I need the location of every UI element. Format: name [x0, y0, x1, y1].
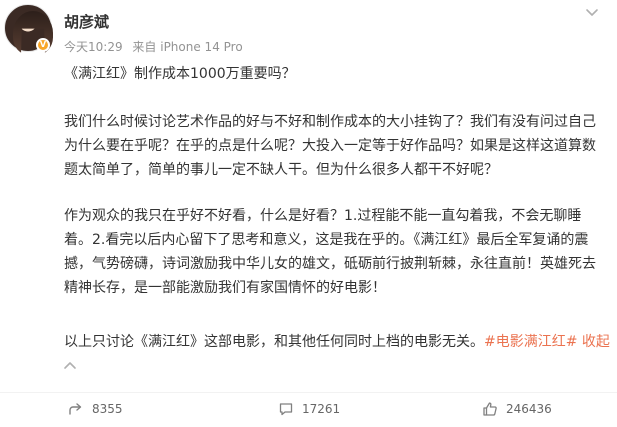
- paragraph-2: 我们什么时候讨论艺术作品的好与不好和制作成本的大小挂钩了？我们有没有问过自己 为…: [64, 110, 606, 182]
- p3-line: 精神长存，是一部能激励我们有家国情怀的好电影！: [64, 280, 386, 296]
- chevron-up-icon[interactable]: [62, 360, 78, 370]
- verified-badge-icon: V: [36, 38, 50, 52]
- p2-line: 为什么要在乎呢？在乎的点是什么呢？大投入一定等于好作品吗？如果是这样这道算数: [64, 138, 596, 154]
- share-button[interactable]: 8355: [68, 399, 123, 419]
- post-timestamp[interactable]: 今天10:29: [64, 40, 123, 54]
- comment-count: 17261: [302, 402, 341, 416]
- share-count: 8355: [92, 402, 123, 416]
- author-name[interactable]: 胡彦斌: [64, 11, 109, 32]
- post-title-line: 《满江红》制作成本1000万重要吗？: [64, 62, 606, 86]
- p2-line: 题太简单了，简单的事儿一定不缺人干。但为什么很多人都干不好呢？: [64, 162, 498, 178]
- p3-line: 作为观众的我只在乎好不好看，什么是好看？1.过程能不能一直勾着我，不会无聊睡: [64, 208, 582, 224]
- p3-line: 撼，气势磅礴，诗词激励我中华儿女的雄文，砥砺前行披荆斩棘，永往直前！英雄死去: [64, 256, 596, 272]
- like-button[interactable]: 246436: [482, 399, 552, 419]
- chevron-down-icon[interactable]: [583, 4, 601, 22]
- weibo-post-card: V 胡彦斌 今天10:29 来自 iPhone 14 Pro 《满江红》制作成本…: [0, 0, 617, 427]
- post-source: 来自 iPhone 14 Pro: [132, 40, 243, 54]
- thumbs-up-icon: [483, 402, 497, 416]
- share-icon: [69, 403, 82, 415]
- post-meta: 今天10:29 来自 iPhone 14 Pro: [64, 38, 243, 55]
- paragraph-3: 作为观众的我只在乎好不好看，什么是好看？1.过程能不能一直勾着我，不会无聊睡 着…: [64, 204, 606, 300]
- p2-line: 我们什么时候讨论艺术作品的好与不好和制作成本的大小挂钩了？我们有没有问过自己: [64, 114, 596, 130]
- hashtag-link[interactable]: #电影满江红#: [484, 334, 577, 350]
- action-bar: 8355 17261 246436: [0, 392, 617, 422]
- paragraph-4: 以上只讨论《满江红》这部电影，和其他任何同时上档的电影无关。#电影满江红# 收起: [64, 330, 610, 354]
- comment-button[interactable]: 17261: [278, 399, 340, 419]
- collapse-link[interactable]: 收起: [582, 334, 610, 350]
- title-text: 《满江红》制作成本1000万重要吗？: [64, 66, 296, 82]
- like-count: 246436: [506, 402, 552, 416]
- comment-icon: [279, 403, 293, 416]
- p4-line: 以上只讨论《满江红》这部电影，和其他任何同时上档的电影无关。#电影满江红# 收起: [64, 330, 610, 354]
- p3-line: 着。2.看完以后内心留下了思考和意义，这是我在乎的。《满江红》最后全军复诵的震: [64, 232, 589, 248]
- p4-text: 以上只讨论《满江红》这部电影，和其他任何同时上档的电影无关。: [64, 334, 484, 350]
